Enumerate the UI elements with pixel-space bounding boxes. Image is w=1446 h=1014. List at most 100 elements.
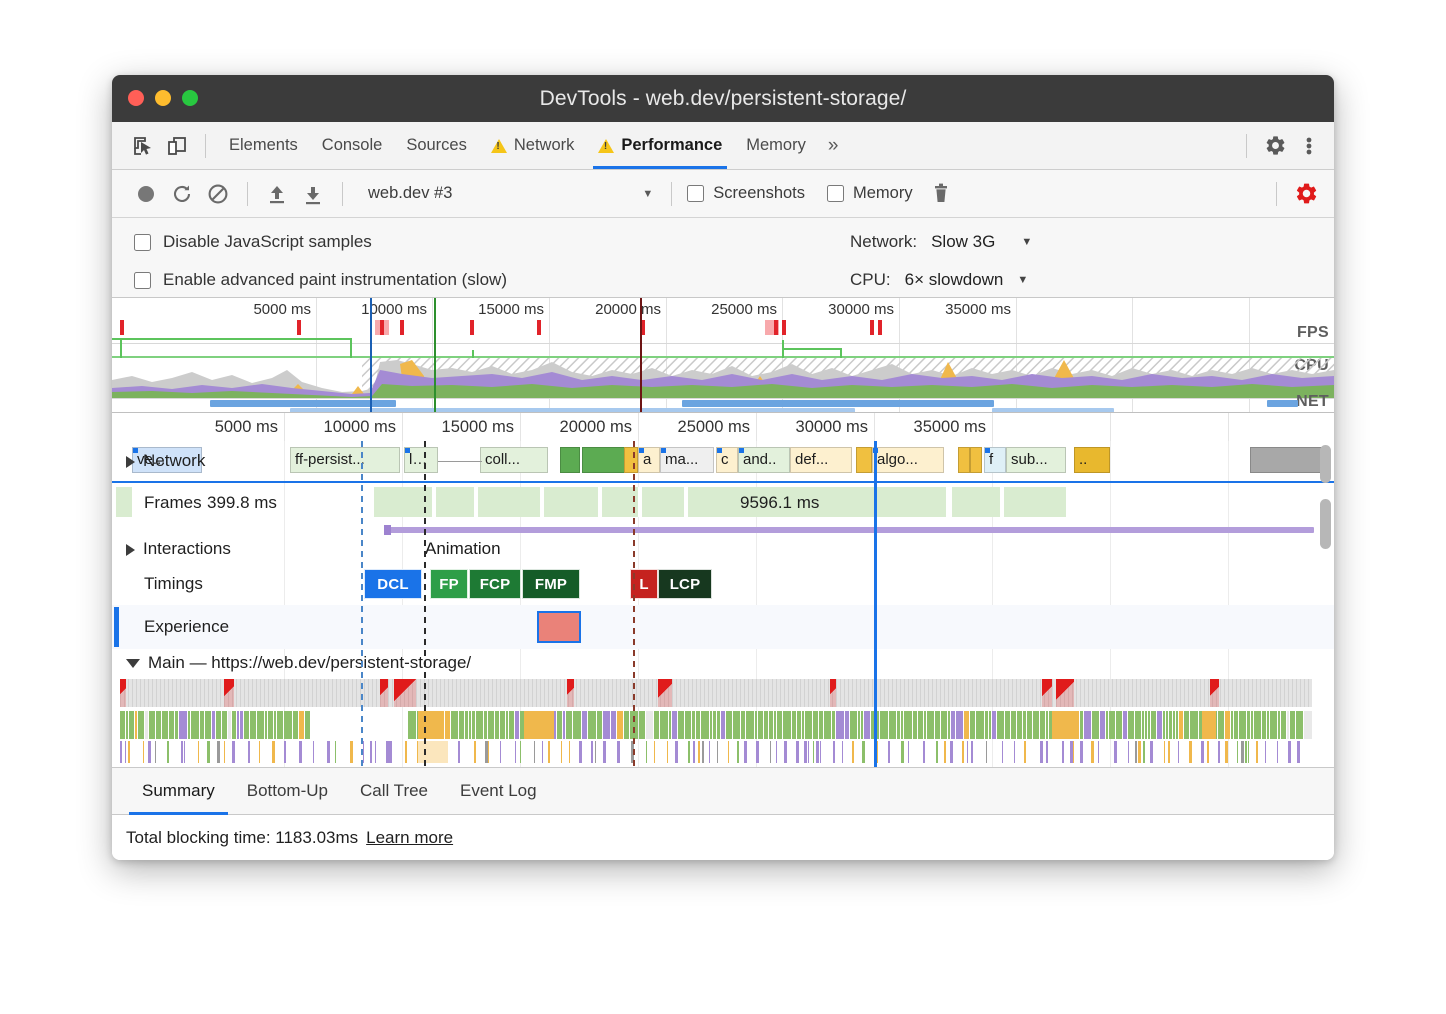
flame-bar-detail[interactable]: [1265, 741, 1266, 763]
flame-bar-detail[interactable]: [654, 741, 655, 763]
record-button[interactable]: [128, 179, 164, 209]
long-task-marker[interactable]: [658, 679, 672, 707]
flame-bar-detail[interactable]: [1225, 741, 1228, 763]
long-task-marker[interactable]: [830, 679, 836, 707]
flame-bar[interactable]: [624, 711, 629, 739]
flame-bar-detail[interactable]: [1002, 741, 1003, 763]
long-task-marker[interactable]: [1042, 679, 1052, 707]
flame-bar-detail[interactable]: [474, 741, 476, 763]
network-request-bar[interactable]: sub...: [1006, 447, 1066, 473]
flame-bar[interactable]: [755, 711, 757, 739]
flame-bar-detail[interactable]: [327, 741, 330, 763]
flame-bar[interactable]: [191, 711, 199, 739]
flame-bar[interactable]: [135, 711, 137, 739]
timing-marker-lcp[interactable]: LCP: [658, 569, 712, 599]
tab-call-tree[interactable]: Call Tree: [344, 768, 444, 815]
flame-bar[interactable]: [1251, 711, 1253, 739]
flame-bar[interactable]: [500, 711, 505, 739]
flame-bar-detail[interactable]: [128, 741, 130, 763]
flame-bar[interactable]: [1011, 711, 1016, 739]
flame-bar-long[interactable]: [1052, 711, 1074, 739]
flame-bar-detail[interactable]: [1073, 741, 1074, 763]
flame-bar-detail[interactable]: [143, 741, 144, 763]
tab-elements[interactable]: Elements: [217, 123, 310, 169]
flame-bar[interactable]: [777, 711, 782, 739]
flame-bar-detail[interactable]: [693, 741, 695, 763]
flame-bar[interactable]: [129, 711, 134, 739]
flame-bar[interactable]: [1100, 711, 1105, 739]
tab-sources[interactable]: Sources: [394, 123, 479, 169]
track-network[interactable]: Network ve...ff-persist...l…coll...ama..…: [112, 441, 1334, 483]
flame-bar[interactable]: [660, 711, 668, 739]
flame-bar[interactable]: [138, 711, 144, 739]
settings-gear-icon[interactable]: [1258, 131, 1292, 161]
flame-bar[interactable]: [573, 711, 581, 739]
flame-bar[interactable]: [1267, 711, 1269, 739]
timing-marker-fp[interactable]: FP: [430, 569, 468, 599]
overview-cursor-line[interactable]: [370, 298, 372, 412]
flame-bar-detail[interactable]: [986, 741, 987, 763]
flame-bar-detail[interactable]: [1062, 741, 1064, 763]
flame-bar-detail[interactable]: [1248, 741, 1249, 763]
long-task-marker[interactable]: [567, 679, 574, 707]
flame-bar[interactable]: [212, 711, 215, 739]
flame-bar[interactable]: [1092, 711, 1099, 739]
flame-bar[interactable]: [1080, 711, 1083, 739]
flame-bar[interactable]: [240, 711, 243, 739]
flame-bar-detail[interactable]: [389, 741, 392, 763]
flame-bar-detail[interactable]: [548, 741, 550, 763]
track-frames[interactable]: Frames 399.8 ms 9596.1 ms: [112, 485, 1334, 523]
flame-bar-detail[interactable]: [1024, 741, 1026, 763]
flame-bar-detail[interactable]: [967, 741, 968, 763]
flame-bar[interactable]: [484, 711, 487, 739]
flame-bar[interactable]: [813, 711, 818, 739]
timeline-tracks[interactable]: Network ve...ff-persist...l…coll...ama..…: [112, 441, 1334, 767]
long-task-marker[interactable]: [1210, 679, 1219, 707]
flame-bar[interactable]: [976, 711, 984, 739]
flame-bar[interactable]: [1247, 711, 1250, 739]
flame-bar[interactable]: [145, 711, 148, 739]
flame-bar-detail[interactable]: [184, 741, 185, 763]
flame-bar[interactable]: [149, 711, 155, 739]
flame-bar[interactable]: [588, 711, 596, 739]
flame-bar-detail[interactable]: [148, 741, 151, 763]
main-flame-chart[interactable]: [112, 679, 1334, 759]
flame-bar[interactable]: [997, 711, 1004, 739]
frame-segment[interactable]: [1004, 487, 1068, 517]
flame-bar-detail[interactable]: [335, 741, 336, 763]
flame-bar[interactable]: [566, 711, 572, 739]
flame-bar[interactable]: [897, 711, 900, 739]
frame-segment[interactable]: [436, 487, 476, 517]
flame-bar-detail[interactable]: [888, 741, 890, 763]
tab-console[interactable]: Console: [310, 123, 395, 169]
expander-expanded-icon[interactable]: [126, 659, 140, 668]
network-request-bar[interactable]: algo...: [872, 447, 944, 473]
tab-performance[interactable]: Performance: [586, 123, 734, 169]
flame-bar-detail[interactable]: [784, 741, 787, 763]
flame-bar[interactable]: [1179, 711, 1183, 739]
flame-bar[interactable]: [845, 711, 849, 739]
flame-bar-detail[interactable]: [534, 741, 535, 763]
network-request-bars[interactable]: ve...ff-persist...l…coll...ama...cand..d…: [112, 447, 1334, 477]
flame-bar-detail[interactable]: [458, 741, 460, 763]
flame-bar[interactable]: [1142, 711, 1144, 739]
network-request-bar[interactable]: [624, 447, 638, 473]
flame-bar[interactable]: [783, 711, 791, 739]
flame-bar-detail[interactable]: [923, 741, 925, 763]
flame-bar-detail[interactable]: [488, 741, 489, 763]
reload-and-record-button[interactable]: [164, 179, 200, 209]
flame-bar[interactable]: [506, 711, 508, 739]
flame-bar-detail[interactable]: [520, 741, 521, 763]
flame-bar-detail[interactable]: [617, 741, 620, 763]
flame-bar[interactable]: [1163, 711, 1165, 739]
device-toolbar-icon[interactable]: [160, 131, 194, 161]
flame-bar[interactable]: [1109, 711, 1115, 739]
flame-bar-detail[interactable]: [232, 741, 235, 763]
flame-bar-detail[interactable]: [120, 741, 122, 763]
flame-bar-detail[interactable]: [862, 741, 865, 763]
flame-bar[interactable]: [692, 711, 695, 739]
flame-bar[interactable]: [228, 711, 231, 739]
flame-bar-detail[interactable]: [813, 741, 814, 763]
load-profile-button[interactable]: [259, 179, 295, 209]
network-request-bar[interactable]: [958, 447, 970, 473]
